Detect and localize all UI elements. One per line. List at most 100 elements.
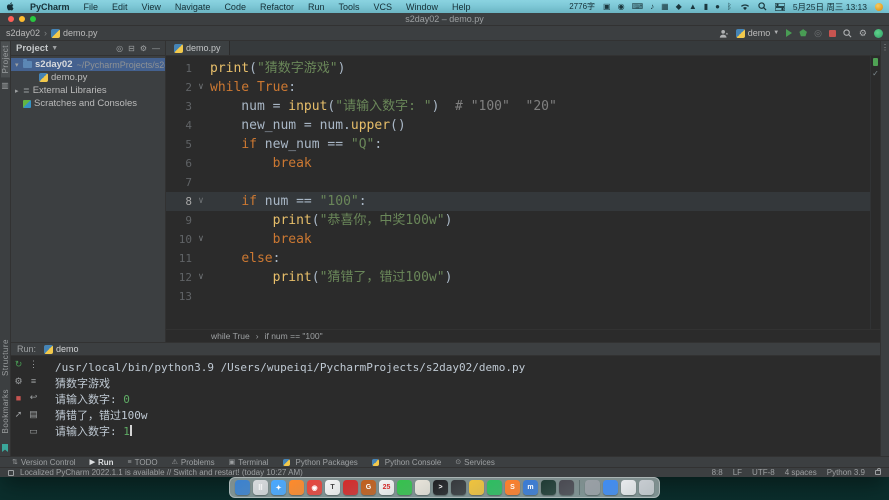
dock-app-evernote[interactable] <box>487 480 502 495</box>
coverage-button[interactable]: ◎ <box>814 29 822 38</box>
apple-logo-icon[interactable] <box>6 2 15 11</box>
window-titlebar[interactable]: s2day02 – demo.py <box>0 13 889 26</box>
print-icon[interactable]: ▤ <box>29 409 38 420</box>
input-source-icon[interactable] <box>875 3 883 11</box>
dock-app-music-app[interactable] <box>343 480 358 495</box>
menu-item-navigate[interactable]: Navigate <box>168 2 218 12</box>
display-icon[interactable]: ▣ <box>603 3 611 11</box>
menu-item-vcs[interactable]: VCS <box>367 2 400 12</box>
keyboard-icon[interactable]: ⌨ <box>632 3 644 11</box>
dock-app-green-dark-app[interactable] <box>541 480 556 495</box>
breadcrumb-item[interactable]: if num == "100" <box>265 331 323 341</box>
code-line-1[interactable]: 1print("猜数字游戏") <box>166 59 870 78</box>
user-account-icon[interactable] <box>719 29 729 38</box>
dock-app-downloads-folder[interactable] <box>603 480 618 495</box>
toolwindow-button-terminal[interactable]: ▣Terminal <box>229 458 269 467</box>
menu-item-refactor[interactable]: Refactor <box>253 2 301 12</box>
dock-app-lamp-app[interactable] <box>415 480 430 495</box>
commit-stripe-icon[interactable]: ▥ <box>1 81 10 90</box>
stripe-tab-structure[interactable]: Structure <box>1 335 10 380</box>
stop-button[interactable] <box>829 30 836 37</box>
code-line-6[interactable]: 6 break <box>166 154 870 173</box>
soft-wrap-icon[interactable]: ↩ <box>30 392 38 403</box>
dock-app-appstore-bag[interactable] <box>585 480 600 495</box>
app-icon[interactable]: ● <box>715 3 720 11</box>
control-center-icon[interactable] <box>775 3 785 11</box>
menu-item-file[interactable]: File <box>77 2 106 12</box>
breadcrumb-file[interactable]: demo.py <box>63 28 98 38</box>
fold-chevron-icon[interactable]: ∨ <box>192 78 210 97</box>
menu-item-code[interactable]: Code <box>217 2 253 12</box>
status-item[interactable]: 4 spaces <box>785 468 817 477</box>
code-line-7[interactable]: 7 <box>166 173 870 192</box>
code-line-3[interactable]: 3 num = input("请输入数字: ") # "100" "20" <box>166 97 870 116</box>
dock-app-chrome[interactable]: ◉ <box>307 480 322 495</box>
gear-icon[interactable]: ⚙ <box>140 44 147 53</box>
dock-app-sublime[interactable]: S <box>505 480 520 495</box>
menu-item-window[interactable]: Window <box>399 2 445 12</box>
tree-item-external-libraries[interactable]: ▸≣External Libraries <box>11 84 165 97</box>
debug-button[interactable]: ⬟ <box>799 28 807 39</box>
tree-item-s2day02[interactable]: ▾s2day02~/PycharmProjects/s2day02 <box>11 58 165 71</box>
run-configuration-selector[interactable]: demo ▼ <box>736 28 779 38</box>
code-line-8[interactable]: 8∨ if num == "100": <box>166 192 870 211</box>
status-item[interactable]: 8:8 <box>712 468 723 477</box>
breadcrumb-item[interactable]: while True <box>211 331 250 341</box>
menu-item-view[interactable]: View <box>135 2 168 12</box>
dock-app-g-app[interactable]: G <box>361 480 376 495</box>
fold-chevron-icon[interactable]: ∨ <box>192 230 210 249</box>
dock-app-documents-stack[interactable] <box>621 480 636 495</box>
clear-console-icon[interactable]: ▭ <box>29 426 38 437</box>
settings-gear-icon[interactable]: ⚙ <box>859 29 867 38</box>
readonly-lock-icon[interactable] <box>875 470 881 475</box>
toolwindow-button-run[interactable]: ▶Run <box>90 458 114 467</box>
stripe-tab-bookmarks[interactable]: Bookmarks <box>1 385 10 438</box>
statusbar-window-icon[interactable] <box>8 470 14 476</box>
dock-app-terminal-app[interactable]: > <box>433 480 448 495</box>
tree-item-scratches-and-consoles[interactable]: Scratches and Consoles <box>11 97 165 110</box>
code-line-5[interactable]: 5 if new_num == "Q": <box>166 135 870 154</box>
battery-icon[interactable]: ▮ <box>704 3 708 11</box>
more-icon[interactable]: ⋮ <box>881 43 889 52</box>
run-button[interactable] <box>786 29 792 37</box>
chevron-down-icon[interactable]: ▼ <box>51 45 58 52</box>
code-line-13[interactable]: 13 <box>166 287 870 306</box>
console-output[interactable]: /usr/local/bin/python3.9 /Users/wupeiqi/… <box>41 356 880 456</box>
screen-icon[interactable]: ▦ <box>661 3 669 11</box>
toolwindow-button-version-control[interactable]: ⇅Version Control <box>12 458 76 467</box>
bluetooth-icon[interactable]: ᛒ <box>727 3 732 11</box>
wifi-icon[interactable] <box>740 3 750 11</box>
menu-item-help[interactable]: Help <box>445 2 478 12</box>
dock-app-safari[interactable]: ✦ <box>271 480 286 495</box>
dock-app-gray-app[interactable] <box>559 480 574 495</box>
statusbar-message[interactable]: Localized PyCharm 2022.1.1 is available … <box>20 468 303 477</box>
dock-app-wechat[interactable] <box>397 480 412 495</box>
menubar-clock[interactable]: 5月25日 周三 13:13 <box>793 1 867 13</box>
status-item[interactable]: UTF-8 <box>752 468 775 477</box>
collapse-all-icon[interactable]: ⊟ <box>128 44 135 53</box>
menu-item-run[interactable]: Run <box>301 2 332 12</box>
phone-icon[interactable]: ▲ <box>689 3 697 11</box>
edit-configuration-icon[interactable]: ⚙ <box>14 376 22 387</box>
stripe-tab-project[interactable]: Project <box>1 41 10 77</box>
toolwindow-button-services[interactable]: ⊙Services <box>455 458 495 467</box>
dock-app-firefox[interactable] <box>289 480 304 495</box>
menu-item-edit[interactable]: Edit <box>105 2 135 12</box>
code-viewport[interactable]: 1print("猜数字游戏")2∨while True:3 num = inpu… <box>166 56 880 329</box>
mic-icon[interactable]: ♪ <box>650 3 654 11</box>
code-line-10[interactable]: 10∨ break <box>166 230 870 249</box>
status-item[interactable]: Python 3.9 <box>827 468 865 477</box>
more-options-icon[interactable]: ⋮ <box>29 359 38 370</box>
code-line-4[interactable]: 4 new_num = num.upper() <box>166 116 870 135</box>
dock-app-blue-m-app[interactable]: m <box>523 480 538 495</box>
inspections-indicator[interactable] <box>873 58 878 66</box>
code-with-me-icon[interactable] <box>874 29 883 38</box>
dock-app-notes[interactable]: T <box>325 480 340 495</box>
status-item[interactable]: LF <box>733 468 742 477</box>
toolwindow-button-problems[interactable]: ⚠Problems <box>172 458 215 467</box>
dock-app-calendar[interactable]: 25 <box>379 480 394 495</box>
hide-panel-icon[interactable]: — <box>152 44 160 53</box>
locate-file-icon[interactable]: ◎ <box>116 44 123 53</box>
dock-app-finder[interactable] <box>235 480 250 495</box>
project-view-title[interactable]: Project <box>16 43 48 54</box>
